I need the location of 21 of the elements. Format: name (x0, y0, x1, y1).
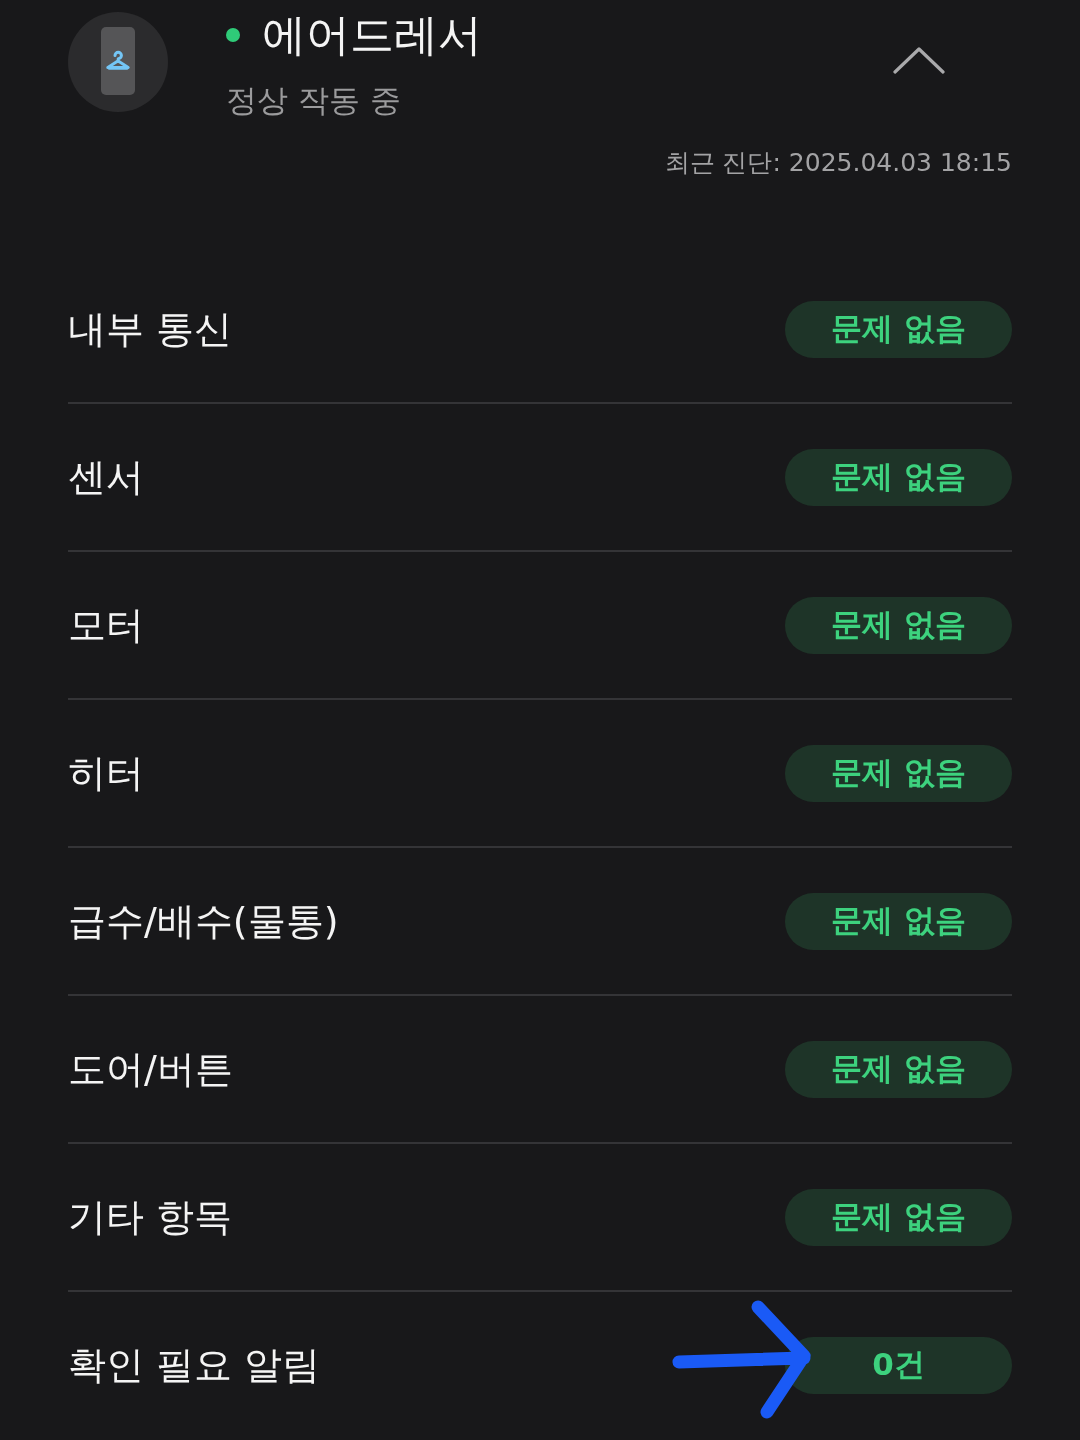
diagnosis-item-label: 도어/버튼 (68, 1046, 233, 1093)
diagnosis-item-label: 급수/배수(물통) (68, 898, 339, 945)
result-badge: 문제 없음 (785, 596, 1012, 654)
result-badge: 문제 없음 (785, 892, 1012, 950)
chevron-up-icon[interactable] (893, 46, 945, 74)
diagnosis-item-label: 히터 (68, 750, 144, 797)
diagnosis-item-label: 모터 (68, 602, 144, 649)
device-name: 에어드레서 (262, 12, 482, 58)
hanger-cabinet-icon (68, 12, 168, 112)
device-status-text: 정상 작동 중 (226, 82, 402, 118)
last-diagnosis-text: 최근 진단: 2025.04.03 18:15 (664, 147, 1012, 179)
diagnosis-item-label: 센서 (68, 454, 144, 501)
result-badge: 문제 없음 (785, 1188, 1012, 1246)
diagnosis-item-label: 기타 항목 (68, 1194, 233, 1241)
diagnosis-item-label: 내부 통신 (68, 306, 233, 353)
result-badge: 문제 없음 (785, 300, 1012, 358)
diagnosis-item-label: 확인 필요 알림 (68, 1342, 321, 1389)
result-badge: 0건 (785, 1336, 1012, 1394)
result-badge: 문제 없음 (785, 1040, 1012, 1098)
result-badge: 문제 없음 (785, 744, 1012, 802)
result-badge: 문제 없음 (785, 448, 1012, 506)
